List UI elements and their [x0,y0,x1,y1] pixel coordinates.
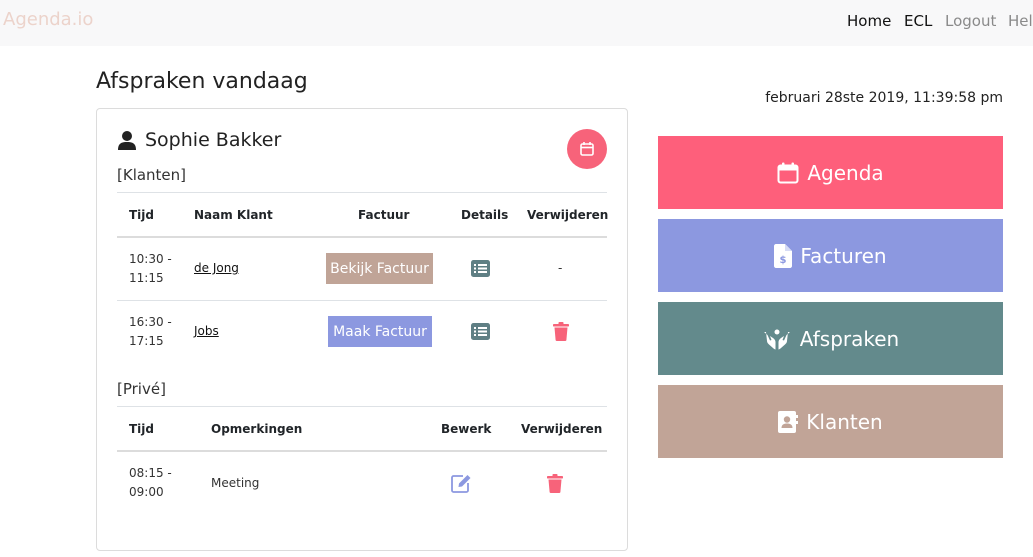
divider [117,300,607,301]
time-start: 10:30 - [129,252,172,266]
menu-invoices-button[interactable]: $ Facturen [658,219,1003,292]
col-header-invoice: Factuur [358,208,410,222]
col-header-delete: Verwijderen [521,422,603,436]
contact-card-icon [778,410,799,433]
delete-placeholder: - [558,261,563,275]
divider [117,450,607,452]
list-icon [470,259,490,277]
menu-appointments-button[interactable]: Afspraken [658,302,1003,375]
appointment-note: Meeting [211,476,260,490]
time-end: 11:15 [129,271,164,285]
invoice-icon: $ [774,243,793,268]
svg-text:$: $ [780,255,787,266]
calendar-icon [777,162,799,183]
create-invoice-button[interactable]: Maak Factuur [328,316,432,347]
time-start: 16:30 - [129,315,172,329]
details-button[interactable] [470,259,490,277]
private-section-label: [Privé] [117,380,166,398]
col-header-client: Naam Klant [194,208,273,222]
col-header-delete: Verwijderen [527,208,609,222]
divider [117,236,607,238]
time-end: 17:15 [129,334,164,348]
appointments-card: Sophie Bakker [Klanten] Tijd Naam Klant … [96,108,628,551]
brand-logo[interactable]: Agenda.io [3,9,93,30]
person-name: Sophie Bakker [145,129,282,151]
clients-section-label: [Klanten] [117,166,187,184]
page-title: Afspraken vandaag [96,69,308,94]
col-header-details: Details [461,208,509,222]
edit-icon [451,475,471,493]
delete-button[interactable] [552,320,570,342]
time-start: 08:15 - [129,466,172,480]
client-link[interactable]: de Jong [194,261,239,275]
view-invoice-button[interactable]: Bekijk Factuur [326,253,433,284]
menu-label: Klanten [806,409,883,434]
divider [117,406,607,407]
edit-button[interactable] [451,472,473,494]
user-icon [118,131,136,150]
time-end: 09:00 [129,485,164,499]
col-header-time: Tijd [129,208,155,222]
calendar-icon [580,142,594,156]
col-header-time: Tijd [129,422,155,436]
nav-home[interactable]: Home [847,12,891,30]
current-datetime: februari 28ste 2019, 11:39:58 pm [765,90,1003,106]
person-header: Sophie Bakker [117,129,281,151]
col-header-edit: Bewerk [441,422,492,436]
navbar: Agenda.io Home ECL Logout Hell [0,0,1033,46]
menu-clients-button[interactable]: Klanten [658,385,1003,458]
trash-icon [547,473,563,493]
nav-ecl[interactable]: ECL [904,12,932,30]
details-button[interactable] [470,322,490,340]
menu-agenda-button[interactable]: Agenda [658,136,1003,209]
menu-label: Agenda [807,160,884,185]
client-link[interactable]: Jobs [194,324,219,338]
divider [117,192,607,193]
calendar-button[interactable] [567,129,607,169]
menu-label: Afspraken [799,326,900,351]
nav-hello[interactable]: Hell [1008,12,1033,30]
hands-icon [763,329,790,349]
nav-logout[interactable]: Logout [945,12,996,30]
list-icon [470,322,490,340]
menu-label: Facturen [800,243,887,268]
col-header-notes: Opmerkingen [211,422,303,436]
trash-icon [553,321,569,341]
delete-button[interactable] [546,472,564,494]
